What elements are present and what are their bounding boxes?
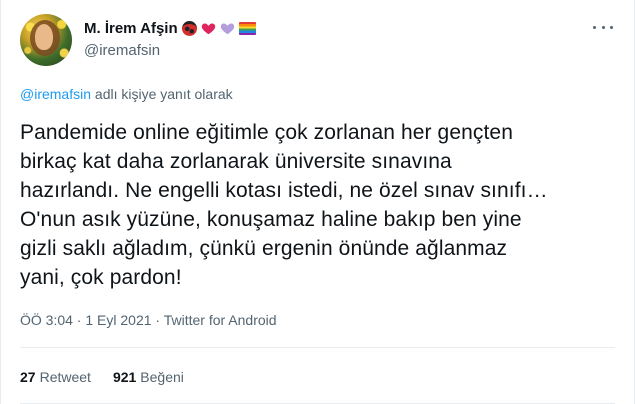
reply-mention-link[interactable]: @iremafsin: [20, 86, 91, 102]
red-heart-icon: [201, 21, 216, 36]
retweets-stat[interactable]: 27 Retweet: [20, 369, 91, 385]
likes-stat[interactable]: 921 Beğeni: [113, 369, 184, 385]
retweets-count: 27: [20, 369, 36, 385]
more-dot: [610, 25, 613, 29]
retweets-label: Retweet: [39, 369, 91, 385]
likes-label: Beğeni: [140, 369, 184, 385]
tweet-line: O'nun asık yüzüne, konuşamaz haline bakı…: [20, 208, 522, 231]
tweet-meta[interactable]: ÖÖ 3:04 · 1 Eyl 2021 · Twitter for Andro…: [20, 312, 277, 328]
author-display-name[interactable]: M. İrem Afşin: [84, 20, 178, 37]
purple-heart-icon: [220, 21, 235, 36]
author-name-row[interactable]: M. İrem Afşin: [84, 20, 256, 37]
reply-context: @iremafsin adlı kişiye yanıt olarak: [20, 86, 233, 102]
tweet-line: gizli saklı ağladım, çünkü ergenin önünd…: [20, 237, 508, 260]
rainbow-flag-icon: [238, 22, 256, 35]
avatar-face: [35, 24, 53, 50]
tweet-line: hazırlandı. Ne engelli kotası istedi, ne…: [20, 179, 548, 202]
more-dot: [601, 25, 605, 29]
more-dot: [593, 25, 596, 29]
tweet-card: M. İrem Afşin @iremafsin @iremafsin adlı…: [0, 0, 635, 404]
more-options-icon[interactable]: [593, 22, 613, 32]
tweet-line: yani, çok pardon!: [20, 266, 182, 289]
tweet-stats: 27 Retweet 921 Beğeni: [20, 369, 184, 385]
tweet-text: Pandemide online eğitimle çok zorlanan h…: [20, 118, 620, 292]
likes-count: 921: [112, 369, 137, 385]
tweet-line: birkaç kat daha zorlanarak üniversite sı…: [20, 150, 452, 173]
reply-context-text: adlı kişiye yanıt olarak: [91, 86, 233, 102]
divider: [20, 347, 615, 348]
author-handle[interactable]: @iremafsin: [84, 42, 160, 59]
tweet-line: Pandemide online eğitimle çok zorlanan h…: [20, 121, 513, 144]
avatar[interactable]: [20, 14, 72, 66]
ladybug-icon: [181, 21, 197, 36]
